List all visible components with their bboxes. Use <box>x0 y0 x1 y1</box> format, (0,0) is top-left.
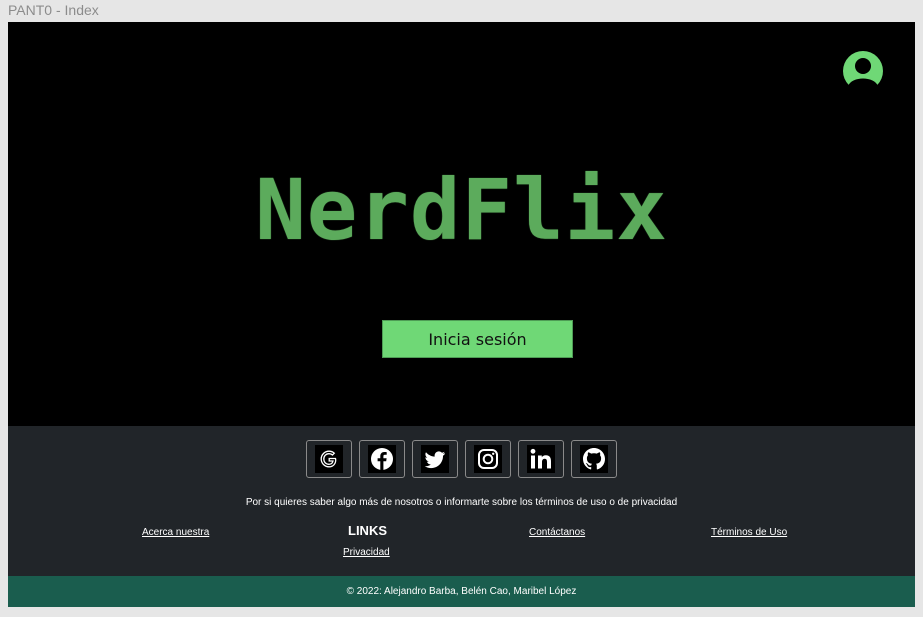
privacy-link[interactable]: Privacidad <box>343 547 390 558</box>
nerdflix-logo: NerdFlix <box>255 161 668 259</box>
instagram-icon <box>474 445 502 473</box>
instagram-link[interactable] <box>465 440 511 478</box>
github-icon <box>580 445 608 473</box>
google-link[interactable] <box>306 440 352 478</box>
twitter-icon <box>421 445 449 473</box>
linkedin-link[interactable] <box>518 440 564 478</box>
footer: Por si quieres saber algo más de nosotro… <box>8 426 915 576</box>
facebook-icon <box>368 445 396 473</box>
contact-link[interactable]: Contáctanos <box>529 527 585 538</box>
twitter-link[interactable] <box>412 440 458 478</box>
links-heading: LINKS <box>348 523 387 538</box>
facebook-link[interactable] <box>359 440 405 478</box>
google-icon <box>315 445 343 473</box>
window-title: PANT0 - Index <box>8 2 99 18</box>
user-avatar-icon[interactable] <box>842 50 884 92</box>
terms-link[interactable]: Términos de Uso <box>711 527 787 538</box>
page-frame: NerdFlix Inicia sesión Por si quieres sa… <box>8 22 915 607</box>
social-links <box>306 440 617 478</box>
linkedin-icon <box>527 445 555 473</box>
copyright-bar: © 2022: Alejandro Barba, Belén Cao, Mari… <box>8 576 915 607</box>
github-link[interactable] <box>571 440 617 478</box>
about-link[interactable]: Acerca nuestra <box>142 527 209 538</box>
footer-info-text: Por si quieres saber algo más de nosotro… <box>245 497 678 508</box>
login-button[interactable]: Inicia sesión <box>382 320 573 358</box>
hero-section: NerdFlix Inicia sesión <box>8 22 915 426</box>
copyright-text: © 2022: Alejandro Barba, Belén Cao, Mari… <box>346 586 577 597</box>
